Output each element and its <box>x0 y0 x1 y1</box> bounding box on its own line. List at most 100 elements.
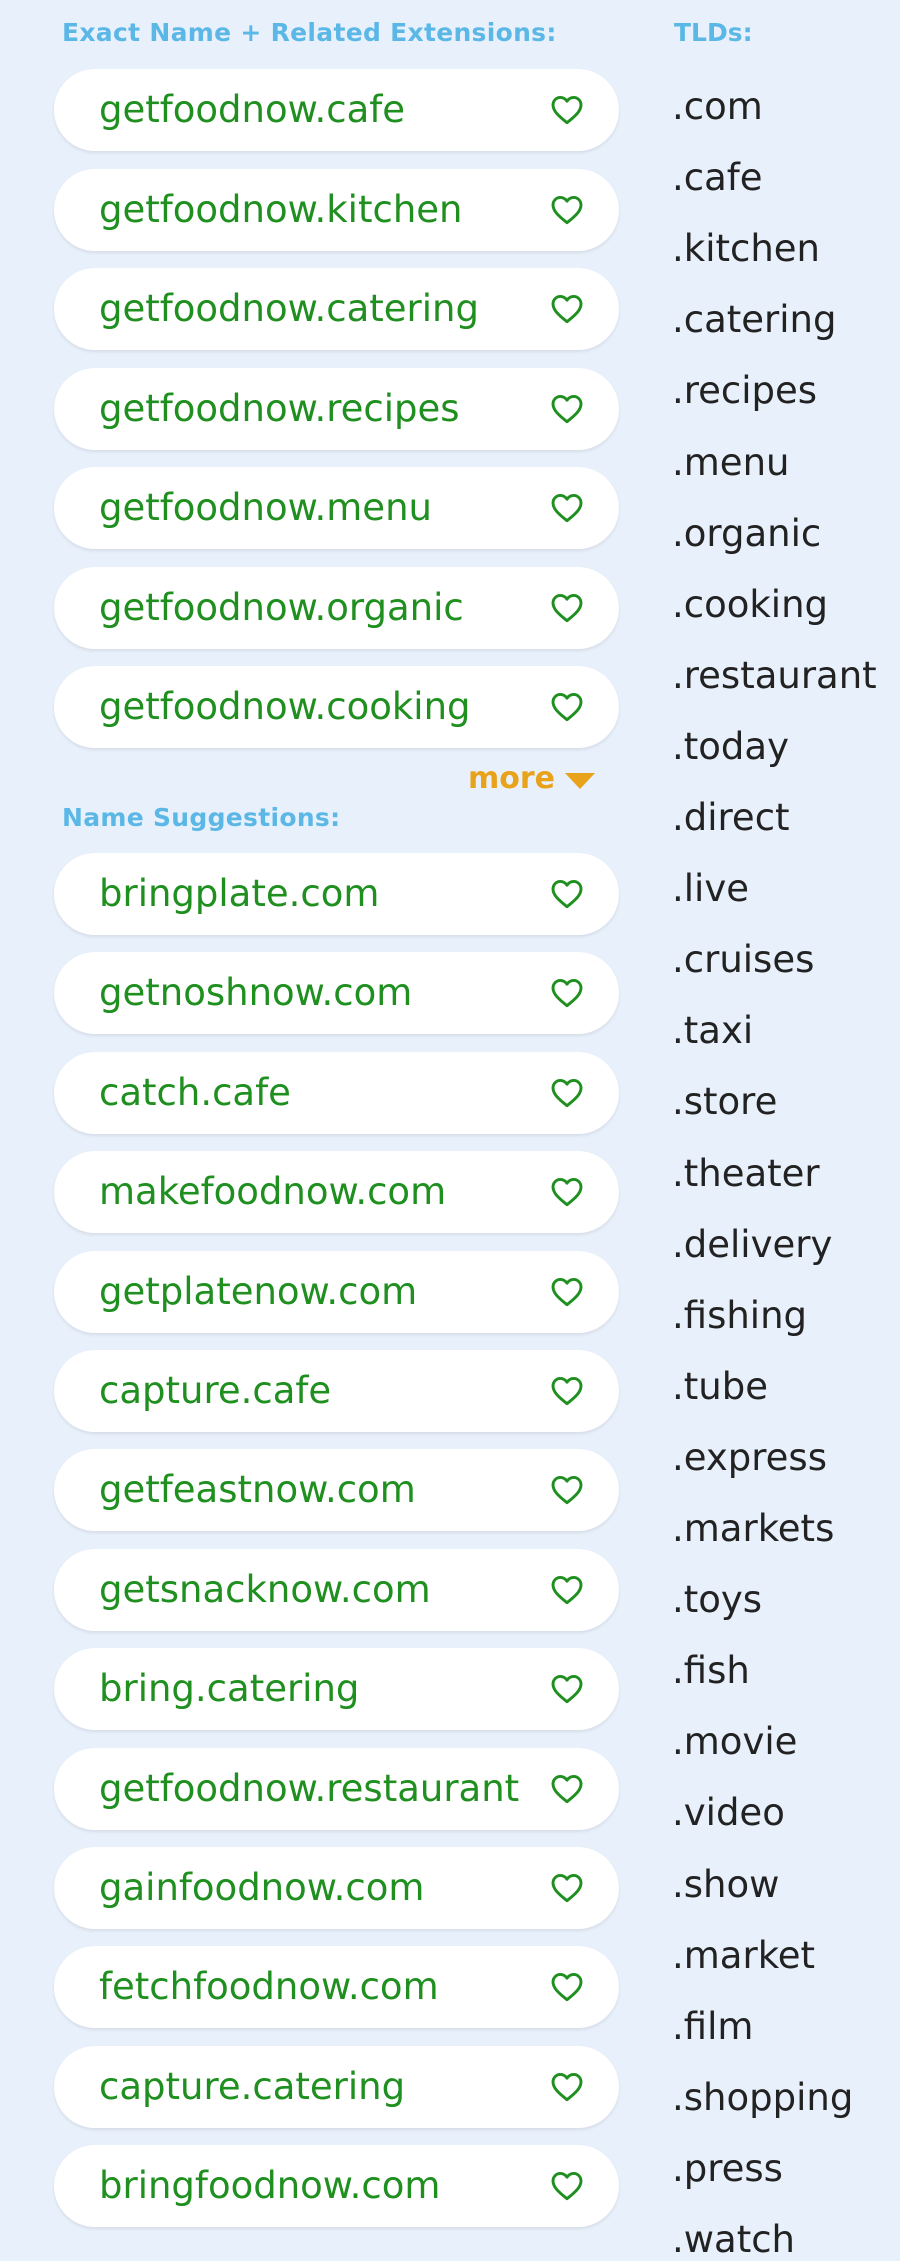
suggestion-domain-pill[interactable]: bringfoodnow.com <box>54 2145 619 2228</box>
tld-link[interactable]: .com <box>672 85 763 128</box>
tld-link[interactable]: .cruises <box>672 938 814 981</box>
tld-link[interactable]: .movie <box>672 1720 797 1763</box>
heart-outline-icon[interactable] <box>551 294 583 324</box>
tld-link[interactable]: .film <box>672 2005 753 2048</box>
tld-link[interactable]: .menu <box>672 441 789 484</box>
tld-link[interactable]: .restaurant <box>672 654 877 697</box>
heart-outline-icon[interactable] <box>551 1277 583 1307</box>
domain-name: getfoodnow.kitchen <box>99 187 463 231</box>
heart-outline-icon[interactable] <box>551 978 583 1008</box>
tld-link[interactable]: .theater <box>672 1152 820 1195</box>
tld-link[interactable]: .market <box>672 1934 815 1977</box>
exact-section-title: Exact Name + Related Extensions: <box>62 18 557 47</box>
heart-outline-icon[interactable] <box>551 1774 583 1804</box>
tld-link[interactable]: .cooking <box>672 583 828 626</box>
domain-name: getfoodnow.organic <box>99 585 464 629</box>
domain-name: getnoshnow.com <box>99 971 413 1015</box>
tld-link[interactable]: .cafe <box>672 156 763 199</box>
domain-name: getfoodnow.menu <box>99 486 432 529</box>
heart-outline-icon[interactable] <box>551 2171 583 2201</box>
heart-outline-icon[interactable] <box>551 1972 583 2002</box>
tld-link[interactable]: .shopping <box>672 2076 853 2119</box>
domain-name: bringplate.com <box>99 872 380 915</box>
domain-name: capture.cafe <box>99 1369 332 1412</box>
tld-link[interactable]: .tube <box>672 1365 768 1408</box>
tld-link[interactable]: .kitchen <box>672 227 820 270</box>
domain-name: getplatenow.com <box>99 1269 418 1313</box>
exact-domain-pill[interactable]: getfoodnow.organic <box>54 566 619 649</box>
tld-link[interactable]: .fishing <box>672 1294 807 1337</box>
domain-name: bringfoodnow.com <box>99 2164 441 2208</box>
domain-name: capture.catering <box>99 2064 406 2108</box>
tld-link[interactable]: .store <box>672 1080 777 1123</box>
tld-link[interactable]: .toys <box>672 1578 762 1621</box>
tld-link[interactable]: .markets <box>672 1507 834 1550</box>
suggestion-domain-pill[interactable]: gainfoodnow.com <box>54 1847 619 1929</box>
heart-outline-icon[interactable] <box>551 1177 583 1207</box>
exact-domain-pill[interactable]: getfoodnow.recipes <box>54 367 619 450</box>
exact-domain-pill[interactable]: getfoodnow.menu <box>54 467 619 549</box>
domain-name: makefoodnow.com <box>99 1170 447 1214</box>
suggestion-domain-pill[interactable]: getnoshnow.com <box>54 952 619 1035</box>
suggestion-domain-pill[interactable]: getsnacknow.com <box>54 1548 619 1631</box>
domain-name: fetchfoodnow.com <box>99 1965 439 2009</box>
exact-domain-pill[interactable]: getfoodnow.kitchen <box>54 168 619 251</box>
tld-link[interactable]: .show <box>672 1863 779 1906</box>
exact-domain-pill[interactable]: getfoodnow.catering <box>54 268 619 350</box>
suggestions-section-title: Name Suggestions: <box>62 803 341 832</box>
tld-link[interactable]: .organic <box>672 512 821 555</box>
tld-link[interactable]: .express <box>672 1436 827 1479</box>
heart-outline-icon[interactable] <box>551 1376 583 1406</box>
domain-name: getfeastnow.com <box>99 1468 416 1512</box>
domain-name: getfoodnow.recipes <box>99 386 460 430</box>
domain-name: getfoodnow.cafe <box>99 88 406 131</box>
suggestion-domain-pill[interactable]: makefoodnow.com <box>54 1151 619 1234</box>
tld-link[interactable]: .catering <box>672 298 836 341</box>
heart-outline-icon[interactable] <box>551 692 583 722</box>
domain-name: catch.cafe <box>99 1070 291 1114</box>
heart-outline-icon[interactable] <box>551 1475 583 1505</box>
suggestion-domain-pill[interactable]: getfoodnow.restaurant <box>54 1747 619 1830</box>
heart-outline-icon[interactable] <box>551 493 583 523</box>
suggestion-domain-pill[interactable]: capture.catering <box>54 2045 619 2128</box>
suggestion-domain-pill[interactable]: capture.cafe <box>54 1350 619 1432</box>
heart-outline-icon[interactable] <box>551 2072 583 2102</box>
tld-link[interactable]: .watch <box>672 2218 795 2261</box>
suggestion-domain-pill[interactable]: catch.cafe <box>54 1051 619 1134</box>
heart-outline-icon[interactable] <box>551 1873 583 1903</box>
heart-outline-icon[interactable] <box>551 1674 583 1704</box>
tld-link[interactable]: .direct <box>672 796 790 839</box>
tld-link[interactable]: .taxi <box>672 1009 753 1052</box>
heart-outline-icon[interactable] <box>551 195 583 225</box>
heart-outline-icon[interactable] <box>551 879 583 909</box>
tld-link[interactable]: .video <box>672 1791 785 1834</box>
domain-name: getfoodnow.catering <box>99 287 479 330</box>
heart-outline-icon[interactable] <box>551 1575 583 1605</box>
tlds-title: TLDs: <box>674 18 753 47</box>
domain-name: getfoodnow.cooking <box>99 685 471 728</box>
tld-link[interactable]: .delivery <box>672 1223 832 1266</box>
triangle-down-icon <box>565 772 596 789</box>
more-label: more <box>468 761 556 796</box>
heart-outline-icon[interactable] <box>551 1078 583 1108</box>
tld-link[interactable]: .recipes <box>672 369 817 412</box>
suggestion-domain-pill[interactable]: bringplate.com <box>54 853 619 935</box>
domain-name: getsnacknow.com <box>99 1567 431 1611</box>
more-button[interactable]: more <box>468 761 596 796</box>
heart-outline-icon[interactable] <box>551 593 583 623</box>
suggestion-domain-pill[interactable]: bring.catering <box>54 1648 619 1731</box>
suggestion-domain-pill[interactable]: fetchfoodnow.com <box>54 1946 619 2029</box>
tld-link[interactable]: .live <box>672 867 749 910</box>
tld-link[interactable]: .press <box>672 2147 783 2190</box>
domain-name: bring.catering <box>99 1667 360 1711</box>
heart-outline-icon[interactable] <box>551 394 583 424</box>
exact-domain-pill[interactable]: getfoodnow.cafe <box>54 69 619 151</box>
suggestion-domain-pill[interactable]: getplatenow.com <box>54 1250 619 1333</box>
tld-link[interactable]: .today <box>672 725 789 768</box>
exact-domain-pill[interactable]: getfoodnow.cooking <box>54 666 619 748</box>
domain-name: gainfoodnow.com <box>99 1866 425 1909</box>
heart-outline-icon[interactable] <box>551 95 583 125</box>
suggestion-domain-pill[interactable]: getfeastnow.com <box>54 1449 619 1532</box>
domain-name: getfoodnow.restaurant <box>99 1766 520 1810</box>
tld-link[interactable]: .fish <box>672 1649 750 1692</box>
